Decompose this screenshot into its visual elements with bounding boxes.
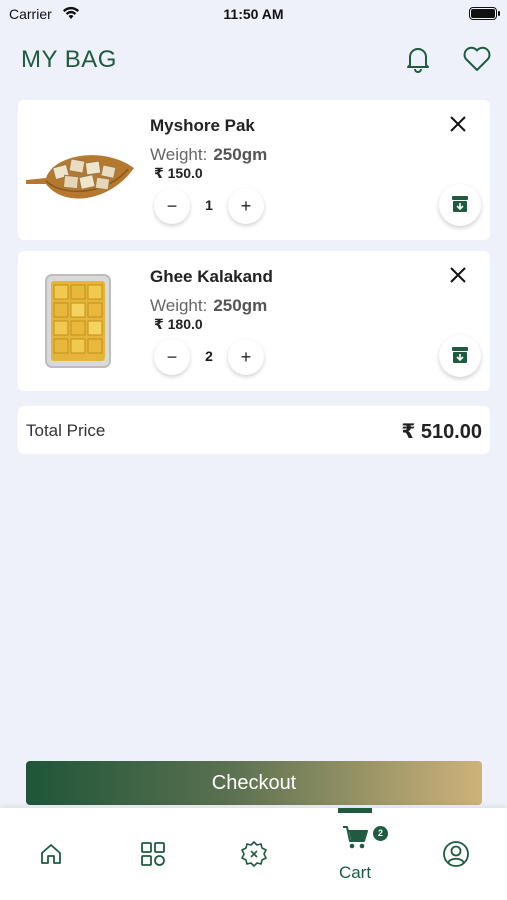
tab-home[interactable] bbox=[26, 808, 86, 900]
product-weight: Weight: 250gm bbox=[150, 145, 267, 165]
decrease-quantity-button[interactable]: − bbox=[154, 188, 190, 224]
increase-quantity-button[interactable]: + bbox=[228, 188, 264, 224]
product-image-ghee-kalakand bbox=[45, 274, 111, 368]
remove-item-icon[interactable] bbox=[446, 263, 470, 287]
status-bar: Carrier 11:50 AM bbox=[0, 0, 507, 30]
product-image-myshore-pak bbox=[26, 155, 134, 199]
battery-icon bbox=[469, 7, 500, 20]
categories-icon bbox=[141, 842, 165, 866]
bottom-tab-bar: 2 Cart bbox=[0, 808, 507, 900]
cart-item-card: Ghee Kalakand Weight: 250gm ₹ 180.0 − 2 + bbox=[18, 251, 490, 391]
weight-value: 250gm bbox=[213, 145, 268, 164]
weight-label: Weight: bbox=[150, 145, 208, 164]
tab-cart-label: Cart bbox=[338, 863, 372, 882]
archive-icon bbox=[452, 347, 468, 363]
page-title: MY BAG bbox=[21, 46, 117, 73]
remove-item-icon[interactable] bbox=[446, 112, 470, 136]
tab-categories[interactable] bbox=[127, 808, 187, 900]
archive-icon bbox=[452, 196, 468, 212]
clock: 11:50 AM bbox=[223, 6, 284, 22]
profile-icon bbox=[443, 841, 469, 867]
tab-offers[interactable] bbox=[228, 808, 288, 900]
weight-value: 250gm bbox=[213, 296, 268, 315]
product-weight: Weight: 250gm bbox=[150, 296, 267, 316]
quantity-stepper: − 2 + bbox=[154, 339, 266, 375]
save-for-later-button[interactable] bbox=[439, 335, 481, 377]
quantity-value: 2 bbox=[205, 348, 213, 364]
active-tab-indicator bbox=[338, 808, 372, 813]
increase-quantity-button[interactable]: + bbox=[228, 339, 264, 375]
total-price-label: Total Price bbox=[26, 421, 106, 440]
decrease-quantity-button[interactable]: − bbox=[154, 339, 190, 375]
quantity-stepper: − 1 + bbox=[154, 188, 266, 224]
bell-icon[interactable] bbox=[404, 44, 432, 74]
cart-item-card: Myshore Pak Weight: 250gm ₹ 150.0 − 1 + bbox=[18, 100, 490, 240]
cart-count-badge: 2 bbox=[373, 826, 388, 841]
product-price: ₹ 180.0 bbox=[154, 316, 203, 332]
tab-cart[interactable]: 2 Cart bbox=[330, 808, 390, 900]
product-price: ₹ 150.0 bbox=[154, 165, 203, 181]
total-price-row: Total Price ₹ 510.00 bbox=[18, 406, 490, 454]
save-for-later-button[interactable] bbox=[439, 184, 481, 226]
home-icon bbox=[41, 844, 61, 864]
product-name: Myshore Pak bbox=[150, 116, 255, 135]
tab-profile[interactable] bbox=[430, 808, 490, 900]
header: MY BAG bbox=[0, 40, 507, 82]
quantity-value: 1 bbox=[205, 197, 213, 213]
heart-icon[interactable] bbox=[462, 45, 492, 73]
product-name: Ghee Kalakand bbox=[150, 267, 273, 286]
total-price-value: ₹ 510.00 bbox=[401, 421, 482, 443]
checkout-button[interactable]: Checkout bbox=[26, 761, 482, 805]
weight-label: Weight: bbox=[150, 296, 208, 315]
offers-icon bbox=[241, 841, 267, 867]
cart-icon bbox=[343, 826, 368, 849]
